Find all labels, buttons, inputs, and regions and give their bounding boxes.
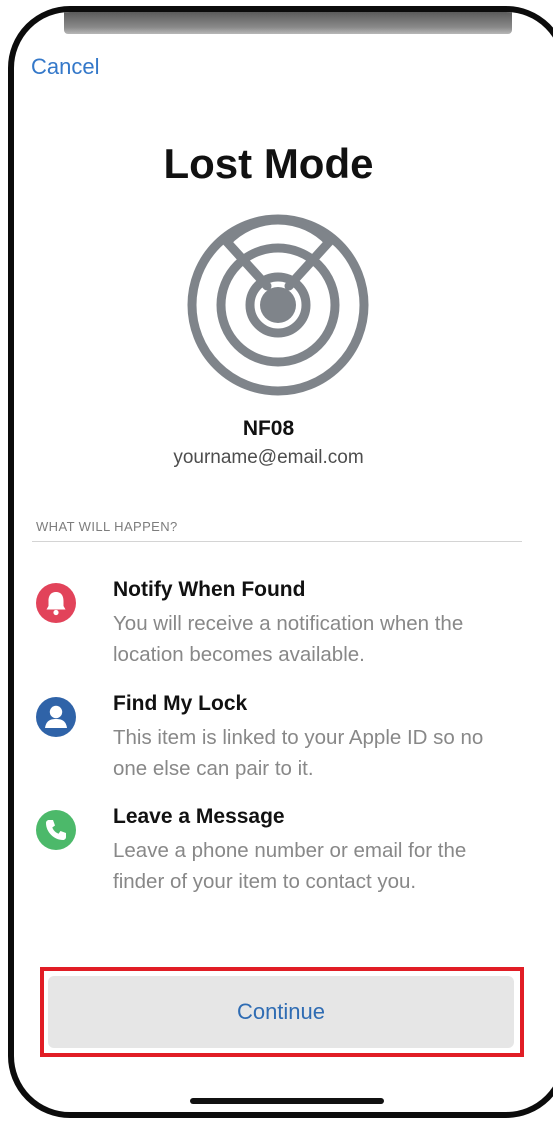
person-icon: [36, 697, 76, 737]
lock-center-dot: [260, 287, 296, 323]
continue-button[interactable]: Continue: [48, 976, 514, 1048]
section-divider: [32, 541, 522, 542]
account-email: yourname@email.com: [173, 447, 364, 468]
bell-icon: [36, 583, 76, 623]
cancel-button[interactable]: Cancel: [31, 54, 99, 80]
status-bar-strip: [64, 12, 512, 34]
home-indicator[interactable]: [190, 1098, 384, 1104]
feature-title: Find My Lock: [113, 692, 248, 715]
page-title: Lost Mode: [163, 140, 374, 187]
feature-description: Leave a phone number or email for the fi…: [113, 839, 467, 893]
feature-title: Leave a Message: [113, 805, 285, 828]
lost-mode-lock-graphic: [187, 214, 369, 396]
feature-description: You will receive a notification when the…: [113, 612, 464, 666]
section-header: WHAT WILL HAPPEN?: [36, 519, 178, 534]
device-name: NF08: [242, 417, 295, 440]
feature-description: This item is linked to your Apple ID so …: [113, 726, 484, 780]
feature-title: Notify When Found: [113, 578, 306, 601]
phone-icon: [36, 810, 76, 850]
